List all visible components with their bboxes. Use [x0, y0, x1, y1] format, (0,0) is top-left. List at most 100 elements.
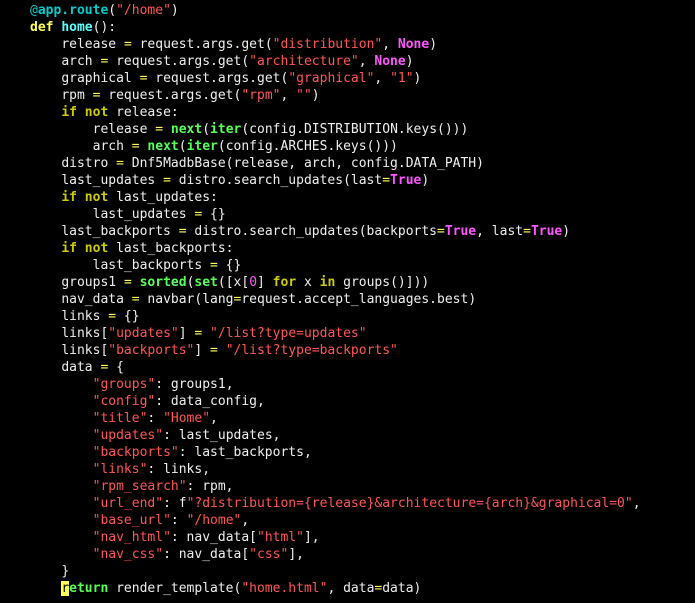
code-text: ] [179, 326, 195, 341]
code-text: release [61, 37, 124, 52]
num-lit: 0 [249, 275, 257, 290]
code-text: Dnf5MadbBase(release, arch, config.DATA_… [124, 156, 484, 171]
builtin: iter [187, 139, 218, 154]
close-paren: ) [171, 3, 179, 18]
code-text: links[ [61, 326, 108, 341]
code-text: : groups1, [155, 377, 233, 392]
eq-op: = [124, 275, 132, 290]
code-text: x [296, 275, 319, 290]
route-string: "/home" [116, 3, 171, 18]
code-text: : last_backports, [179, 445, 312, 460]
close-paren: ) [414, 71, 422, 86]
dict-key: "links" [93, 462, 148, 477]
builtin: sorted [140, 275, 187, 290]
decorator-at: @ [30, 3, 38, 18]
code-text: : nav_data[ [163, 547, 249, 562]
comma: , [210, 411, 218, 426]
eq-op: = [437, 224, 445, 239]
str-lit: "html" [257, 530, 304, 545]
eq-op: = [155, 122, 163, 137]
code-text: : [171, 513, 187, 528]
comma: , [374, 71, 390, 86]
code-text: last_backports: [108, 241, 233, 256]
code-text: : last_updates, [163, 428, 280, 443]
not-kw: not [85, 105, 108, 120]
fn-sig: (): [93, 20, 116, 35]
dict-key: "backports" [93, 445, 179, 460]
code-text: : f [163, 496, 186, 511]
code-text: ] [194, 343, 210, 358]
not-kw: not [85, 190, 108, 205]
str-lit: "css" [249, 547, 288, 562]
code-text: distro.search_updates(backports [187, 224, 437, 239]
code-text: navbar(lang [140, 292, 234, 307]
eq-op: = [210, 343, 218, 358]
dict-key: "nav_html" [93, 530, 171, 545]
builtin: next [171, 122, 202, 137]
comma: , [280, 88, 296, 103]
if-kw: if [61, 190, 77, 205]
eq-op: = [163, 173, 171, 188]
code-text: : [147, 411, 163, 426]
str-lit: "architecture" [249, 54, 359, 69]
str-lit: "/list?type=updates" [210, 326, 367, 341]
code-text: distro.search_updates(last [171, 173, 382, 188]
str-lit: "updates" [108, 326, 178, 341]
dict-key: "rpm_search" [93, 479, 187, 494]
code-text: : data_config, [155, 394, 265, 409]
open-paren: ( [108, 3, 116, 18]
code-text: : rpm, [187, 479, 234, 494]
code-text: {} [116, 309, 139, 324]
code-text: last_backports [93, 258, 210, 273]
code-text: request.args.get( [147, 71, 288, 86]
code-text: last_updates [61, 173, 163, 188]
fn-name: home [61, 20, 92, 35]
in-kw: in [320, 275, 336, 290]
decorator-path: app.route [38, 3, 108, 18]
true-kw: True [445, 224, 476, 239]
code-text: ] [257, 275, 273, 290]
code-text: rpm [61, 88, 92, 103]
code-text: data) [382, 581, 421, 596]
eq-op: = [108, 309, 116, 324]
code-text: : links, [147, 462, 210, 477]
code-text: {} [202, 207, 225, 222]
none-kw: None [398, 37, 429, 52]
eq-op: = [210, 258, 218, 273]
code-text: last_updates [93, 207, 195, 222]
eq-op: = [124, 37, 132, 52]
code-text: request.args.get( [132, 37, 273, 52]
open-paren: ( [202, 122, 210, 137]
return-kw: eturn [69, 581, 108, 596]
code-text: ([x[ [218, 275, 249, 290]
str-lit: "/list?type=backports" [226, 343, 398, 358]
str-lit: "rpm" [241, 88, 280, 103]
code-text: links[ [61, 343, 108, 358]
str-lit: "Home" [163, 411, 210, 426]
def-kw: def [30, 20, 53, 35]
close-paren: ) [429, 37, 437, 52]
close-paren: ) [562, 224, 570, 239]
code-block: @app.route("/home") def home(): release … [0, 0, 695, 597]
str-lit: "1" [390, 71, 413, 86]
str-lit: "graphical" [288, 71, 374, 86]
dict-key: "config" [93, 394, 156, 409]
eq-op: = [382, 173, 390, 188]
code-text: render_template( [108, 581, 241, 596]
dict-key: "updates" [93, 428, 163, 443]
eq-op: = [179, 224, 187, 239]
if-kw: if [61, 241, 77, 256]
str-lit: "backports" [108, 343, 194, 358]
not-kw: not [85, 241, 108, 256]
comma: , [241, 513, 249, 528]
str-lit: "" [296, 88, 312, 103]
code-text: ], [288, 547, 304, 562]
code-text: : nav_data[ [171, 530, 257, 545]
eq-op: = [194, 326, 202, 341]
code-text: , last [476, 224, 523, 239]
comma: , [382, 37, 398, 52]
close-brace: } [61, 564, 69, 579]
eq-op: = [116, 156, 124, 171]
none-kw: None [374, 54, 405, 69]
code-text: request.args.get( [108, 54, 249, 69]
